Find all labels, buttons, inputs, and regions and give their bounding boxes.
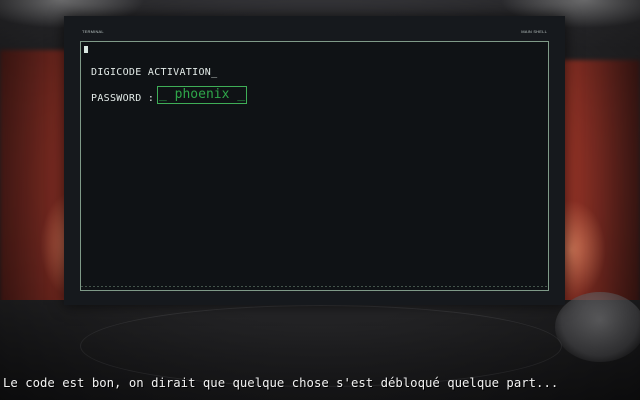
terminal-title: TERMINAL <box>82 29 104 34</box>
password-input-value: _ phoenix _ <box>159 87 246 102</box>
screen-dotted-line <box>81 286 548 287</box>
terminal-window: TERMINAL MAIN SHELL DIGICODE ACTIVATION_… <box>64 16 565 305</box>
terminal-header: TERMINAL MAIN SHELL <box>80 29 549 39</box>
dialogue-subtitle: Le code est bon, on dirait que quelque c… <box>3 376 559 390</box>
terminal-screen: DIGICODE ACTIVATION_ PASSWORD : _ phoeni… <box>80 41 549 291</box>
digicode-activation-line: DIGICODE ACTIVATION_ <box>91 67 218 78</box>
terminal-shell-label: MAIN SHELL <box>521 29 547 34</box>
blinking-cursor <box>84 46 88 53</box>
password-label: PASSWORD : <box>91 93 155 104</box>
